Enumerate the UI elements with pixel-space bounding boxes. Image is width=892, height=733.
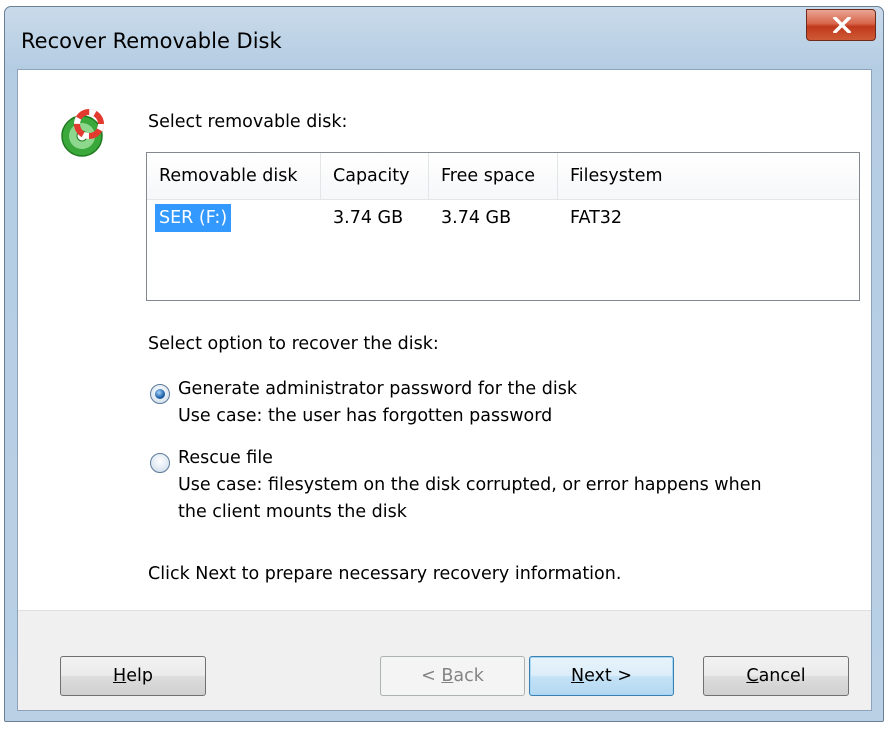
- close-button[interactable]: [806, 9, 876, 41]
- capacity-cell: 3.74 GB: [333, 208, 404, 228]
- disk-name-cell[interactable]: SER (F:): [155, 204, 232, 232]
- filesystem-cell: FAT32: [570, 208, 623, 228]
- generate-password-description: Use case: the user has forgotten passwor…: [178, 406, 553, 426]
- cancel-button[interactable]: Cancel: [703, 656, 849, 696]
- disk-row-ser-f[interactable]: SER (F:) 3.74 GB 3.74 GB FAT32: [147, 199, 859, 237]
- select-option-label: Select option to recover the disk:: [148, 334, 439, 354]
- column-header-capacity[interactable]: Capacity: [321, 153, 429, 199]
- button-area-separator: [18, 610, 871, 611]
- disk-list[interactable]: Removable disk Capacity Free space Files…: [146, 152, 860, 301]
- title-bar[interactable]: Recover Removable Disk: [5, 7, 883, 69]
- generate-password-radio[interactable]: [150, 384, 170, 404]
- radio-selected-dot: [155, 389, 165, 399]
- instruction-text: Click Next to prepare necessary recovery…: [148, 564, 622, 584]
- dialog-client-area: Select removable disk: Removable disk Ca…: [17, 69, 872, 711]
- column-header-free-space[interactable]: Free space: [429, 153, 558, 199]
- column-header-removable-disk[interactable]: Removable disk: [147, 153, 321, 199]
- content-panel: Select removable disk: Removable disk Ca…: [18, 70, 871, 610]
- rescue-file-description-cont: the client mounts the disk: [178, 502, 407, 522]
- next-button[interactable]: Next >: [529, 656, 674, 696]
- select-disk-label: Select removable disk:: [148, 112, 348, 132]
- dialog-window: Recover Removable Disk Select removable …: [4, 6, 884, 722]
- column-header-filesystem[interactable]: Filesystem: [558, 153, 858, 199]
- window-title: Recover Removable Disk: [21, 29, 282, 53]
- close-icon: [833, 17, 851, 33]
- rescue-file-description: Use case: filesystem on the disk corrupt…: [178, 475, 762, 495]
- free-space-cell: 3.74 GB: [441, 208, 512, 228]
- generate-password-label[interactable]: Generate administrator password for the …: [178, 379, 577, 399]
- help-button[interactable]: Help: [60, 656, 206, 696]
- rescue-file-radio[interactable]: [150, 453, 170, 473]
- rescue-file-label[interactable]: Rescue file: [178, 448, 273, 468]
- disk-recovery-icon: [61, 109, 104, 157]
- disk-list-header: Removable disk Capacity Free space Files…: [147, 153, 859, 200]
- back-button[interactable]: < Back: [380, 656, 525, 696]
